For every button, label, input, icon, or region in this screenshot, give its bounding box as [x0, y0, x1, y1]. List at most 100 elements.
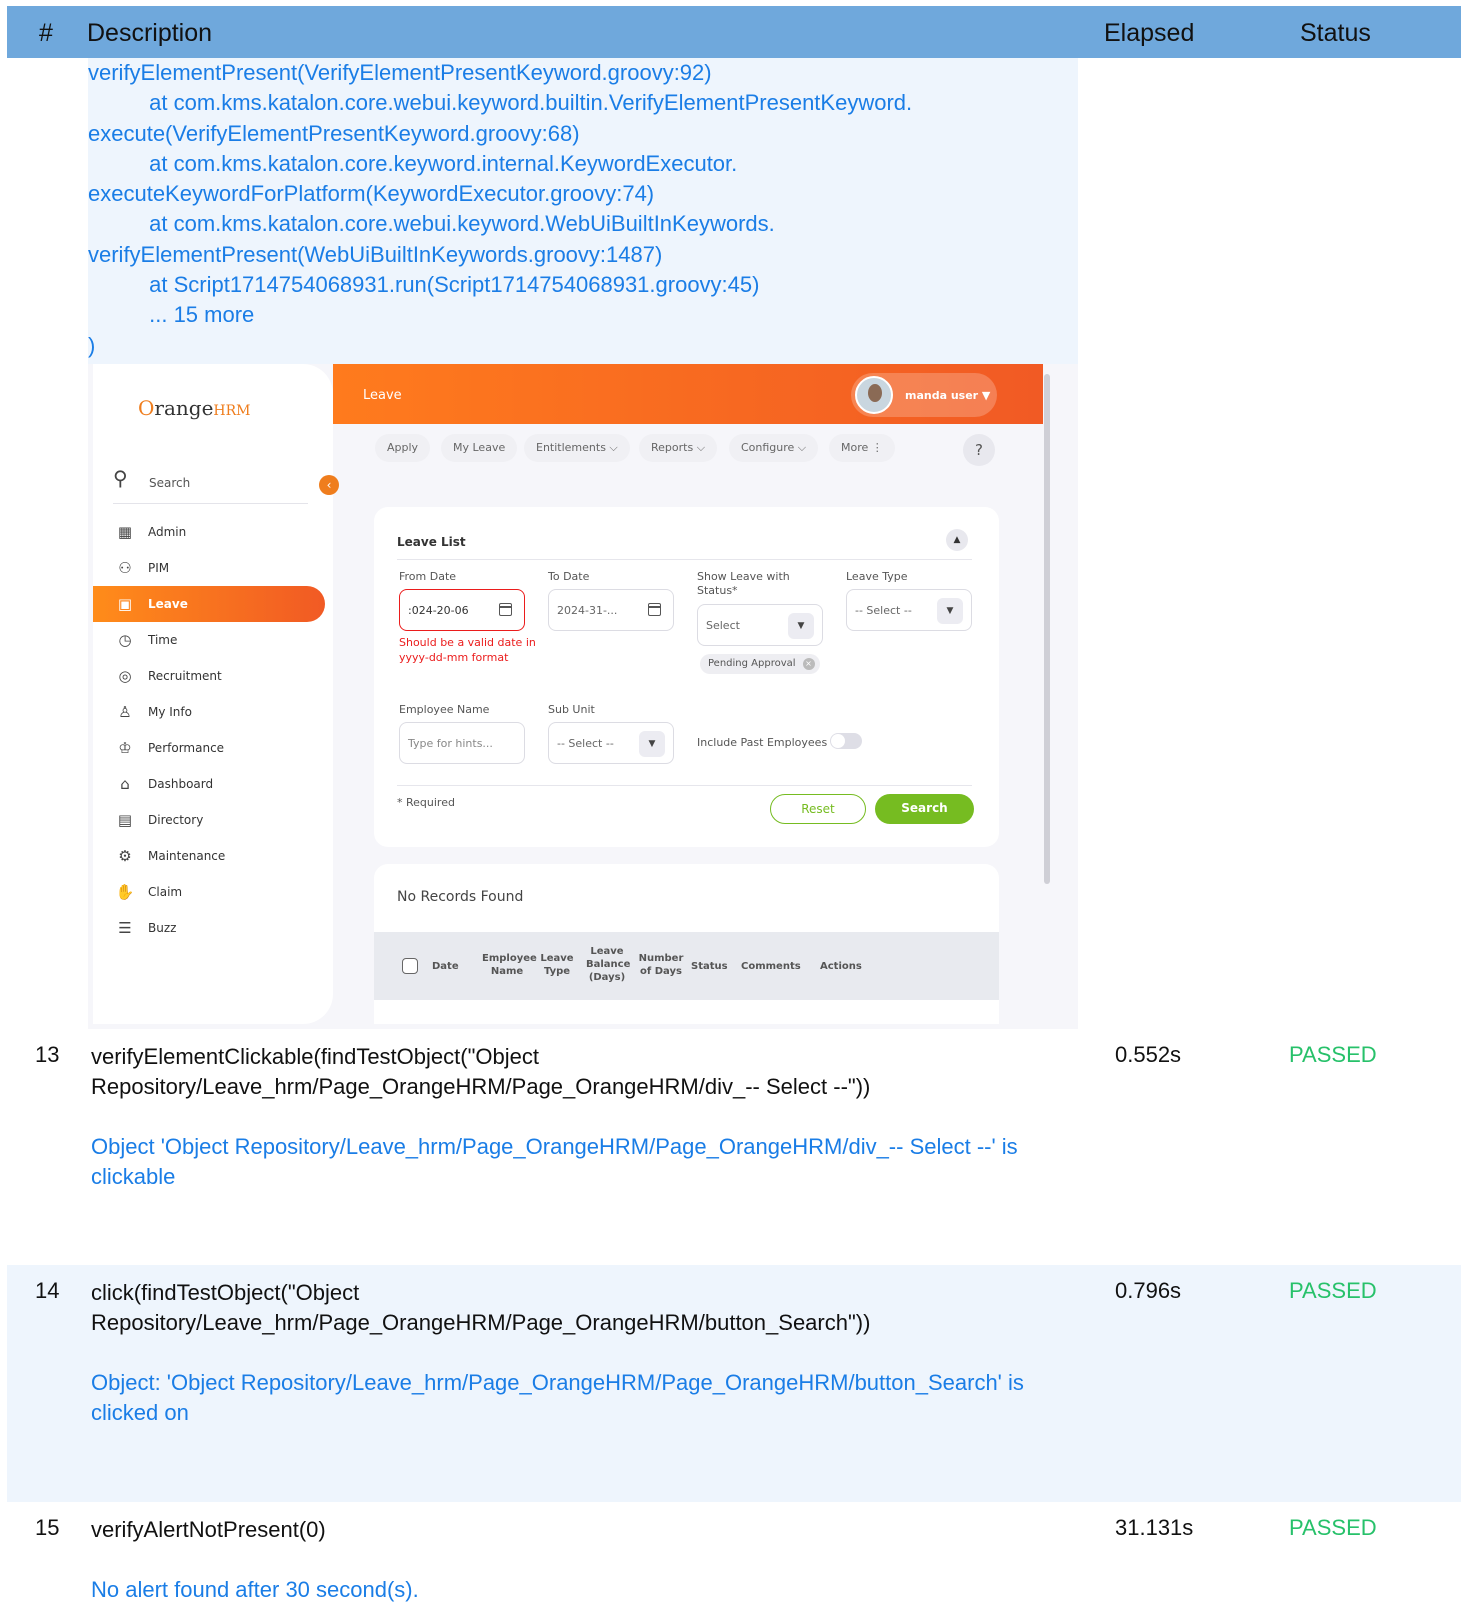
collapse-filter-button[interactable]: ▲ — [946, 529, 968, 551]
sidebar-item-time[interactable]: ◷ Time — [93, 622, 333, 658]
avatar — [855, 376, 893, 414]
sidebar-item-leave[interactable]: ▣ Leave — [93, 586, 325, 622]
menu-my-leave[interactable]: My Leave — [441, 434, 518, 462]
stack-trace: verifyElementPresent(VerifyElementPresen… — [88, 58, 1078, 364]
sidebar-item-admin[interactable]: ▦ Admin — [93, 514, 333, 550]
menu-entitlements[interactable]: Entitlements ⌵ — [524, 434, 630, 462]
records-title: No Records Found — [397, 889, 524, 905]
to-date-label: To Date — [548, 570, 590, 583]
step-description: click(findTestObject("Object Repository/… — [91, 1280, 871, 1335]
employee-name-input[interactable]: Type for hints... — [399, 722, 525, 764]
sidebar-item-pim[interactable]: ⚇ PIM — [93, 550, 333, 586]
col-status: Status — [691, 961, 728, 972]
step-row: 13 verifyElementClickable(findTestObject… — [7, 1029, 1461, 1265]
col-num-header: # — [39, 19, 53, 47]
time-icon: ◷ — [118, 631, 132, 649]
sidebar-search-label: Search — [149, 476, 191, 490]
trace-line: at com.kms.katalon.core.webui.keyword.bu… — [88, 90, 913, 116]
menu-reports[interactable]: Reports ⌵ — [639, 434, 718, 462]
sidebar-collapse-button[interactable]: ‹ — [319, 475, 339, 495]
directory-icon: ▤ — [117, 811, 133, 829]
module-title: Leave — [363, 388, 402, 403]
chevron-down-icon: ▼ — [937, 598, 963, 624]
records-table-header: Date Employee Name Leave Type Leave Bala… — [374, 932, 999, 1000]
claim-icon: ✋ — [115, 883, 135, 901]
trace-line: ) — [88, 332, 96, 358]
my-info-icon: ♙ — [118, 703, 132, 721]
sidebar-item-maintenance[interactable]: ⚙ Maintenance — [93, 838, 333, 874]
employee-name-label: Employee Name — [399, 703, 490, 716]
buzz-icon: ☰ — [118, 919, 132, 937]
trace-line: at com.kms.katalon.core.webui.keyword.We… — [88, 211, 775, 237]
step-status: PASSED — [1289, 1515, 1377, 1540]
step-elapsed: 31.131s — [1115, 1515, 1194, 1540]
calendar-icon[interactable] — [648, 603, 661, 616]
sidebar-item-dashboard[interactable]: ⌂ Dashboard — [93, 766, 333, 802]
required-note: * Required — [397, 796, 455, 809]
trace-line: execute(VerifyElementPresentKeyword.groo… — [88, 120, 580, 146]
include-past-label: Include Past Employees — [697, 736, 828, 749]
leave-type-label: Leave Type — [846, 570, 908, 583]
step-message: Object: 'Object Repository/Leave_hrm/Pag… — [91, 1370, 1024, 1425]
trace-line: executeKeywordForPlatform(KeywordExecuto… — [88, 181, 655, 207]
step-number: 15 — [35, 1515, 60, 1540]
admin-icon: ▦ — [117, 523, 133, 541]
leave-icon: ▣ — [117, 595, 133, 613]
leave-list-filter-card: Leave List ▲ From Date :024-20-06 Should… — [374, 507, 999, 847]
search-icon: ⚲ — [113, 466, 128, 490]
sidebar-nav: ▦ Admin ⚇ PIM ▣ Leave ◷ Time ◎ Recruitment ♙ M… — [93, 514, 333, 946]
sub-unit-label: Sub Unit — [548, 703, 595, 716]
sub-unit-select[interactable]: -- Select -- ▼ — [548, 722, 674, 764]
user-name: manda user ▼ — [905, 389, 991, 402]
step-description: verifyElementClickable(findTestObject("O… — [91, 1044, 871, 1099]
remove-chip-icon[interactable]: × — [802, 658, 815, 670]
select-all-checkbox[interactable] — [402, 958, 418, 974]
leave-list-title: Leave List — [397, 535, 466, 549]
user-dropdown[interactable]: manda user ▼ — [851, 373, 997, 417]
step-elapsed: 0.552s — [1115, 1042, 1182, 1067]
search-button[interactable]: Search — [875, 794, 974, 824]
reset-button[interactable]: Reset — [770, 794, 866, 824]
help-button[interactable]: ? — [963, 434, 995, 466]
to-date-input[interactable]: 2024-31-... — [548, 589, 674, 631]
status-chip: Pending Approval × — [700, 654, 820, 674]
col-comments: Comments — [741, 961, 801, 972]
divider — [397, 559, 972, 560]
sidebar-item-recruitment[interactable]: ◎ Recruitment — [93, 658, 333, 694]
sidebar-search[interactable]: ⚲ Search — [113, 466, 308, 504]
sidebar-item-my-info[interactable]: ♙ My Info — [93, 694, 333, 730]
screenshot-scrollbar[interactable] — [1044, 374, 1050, 884]
sidebar-item-buzz[interactable]: ☰ Buzz — [93, 910, 333, 946]
menu-more[interactable]: More ⋮ — [829, 434, 895, 462]
chevron-down-icon: ▼ — [788, 613, 814, 639]
col-elapsed-header: Elapsed — [1104, 19, 1195, 47]
sidebar: OrangeHRM ⚲ Search ▦ Admin ⚇ PIM ▣ Leave ◷ T… — [93, 364, 333, 1024]
step-status: PASSED — [1289, 1278, 1377, 1303]
col-employee-name: Employee Name — [482, 953, 537, 977]
leave-type-select[interactable]: -- Select -- ▼ — [846, 589, 972, 631]
sidebar-item-performance[interactable]: ♔ Performance — [93, 730, 333, 766]
status-select[interactable]: Select ▼ — [697, 604, 823, 646]
sidebar-item-claim[interactable]: ✋ Claim — [93, 874, 333, 910]
trace-line: at Script1714754068931.run(Script1714754… — [88, 272, 760, 298]
menu-apply[interactable]: Apply — [375, 434, 431, 462]
records-card: No Records Found Date Employee Name Leav… — [374, 864, 999, 1024]
maintenance-icon: ⚙ — [118, 847, 132, 865]
menu-configure[interactable]: Configure ⌵ — [729, 434, 819, 462]
col-actions: Actions — [820, 961, 862, 972]
recruitment-icon: ◎ — [118, 667, 132, 685]
top-menu: Apply My Leave Entitlements ⌵ Reports ⌵ … — [333, 426, 1043, 472]
step-row: 14 click(findTestObject("Object Reposito… — [7, 1265, 1461, 1502]
step-description: verifyAlertNotPresent(0) — [91, 1517, 326, 1542]
step-status: PASSED — [1289, 1042, 1377, 1067]
chevron-left-icon: ‹ — [326, 478, 332, 492]
trace-line: at com.kms.katalon.core.keyword.internal… — [88, 150, 738, 176]
include-past-toggle[interactable] — [830, 733, 862, 749]
calendar-icon[interactable] — [499, 603, 512, 616]
step-elapsed: 0.796s — [1115, 1278, 1182, 1303]
from-date-input[interactable]: :024-20-06 — [399, 589, 525, 631]
col-date: Date — [432, 961, 459, 972]
col-leave-balance: Leave Balance (Days) — [586, 946, 631, 983]
pim-icon: ⚇ — [118, 559, 132, 577]
sidebar-item-directory[interactable]: ▤ Directory — [93, 802, 333, 838]
